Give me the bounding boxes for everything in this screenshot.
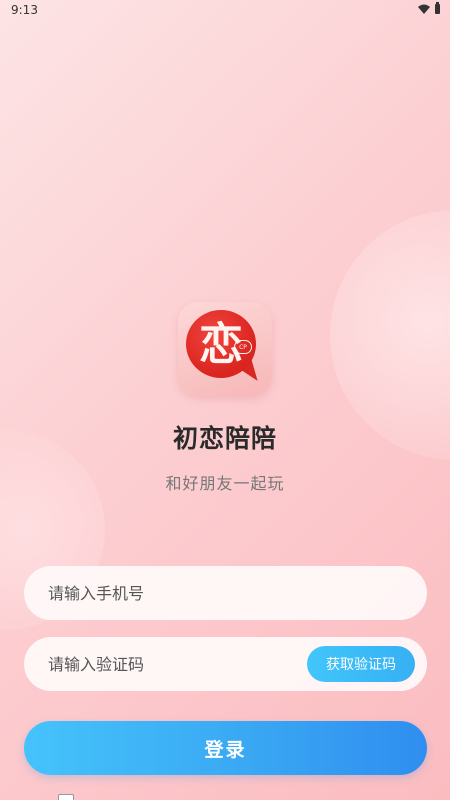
status-icons [418, 2, 440, 14]
verification-code-input[interactable] [48, 637, 308, 691]
phone-field [24, 566, 427, 620]
get-code-button[interactable]: 获取验证码 [307, 646, 415, 682]
phone-input[interactable] [48, 566, 308, 620]
app-name: 初恋陪陪 [172, 424, 277, 453]
battery-icon [435, 2, 440, 14]
login-screen: 9:13 恋 CP 初恋陪陪 和好朋友一起玩 获取验证码 登录 [0, 0, 450, 800]
logo-badge: CP [234, 340, 252, 354]
app-slogan: 和好朋友一起玩 [165, 474, 285, 493]
agreement-checkbox[interactable] [58, 794, 74, 800]
app-logo: 恋 CP [178, 302, 272, 396]
agreement-row [58, 794, 74, 800]
code-field: 获取验证码 [24, 637, 427, 691]
login-button[interactable]: 登录 [24, 721, 427, 775]
wifi-icon [418, 4, 430, 14]
status-bar: 9:13 [0, 0, 450, 22]
status-time: 9:13 [11, 3, 38, 17]
